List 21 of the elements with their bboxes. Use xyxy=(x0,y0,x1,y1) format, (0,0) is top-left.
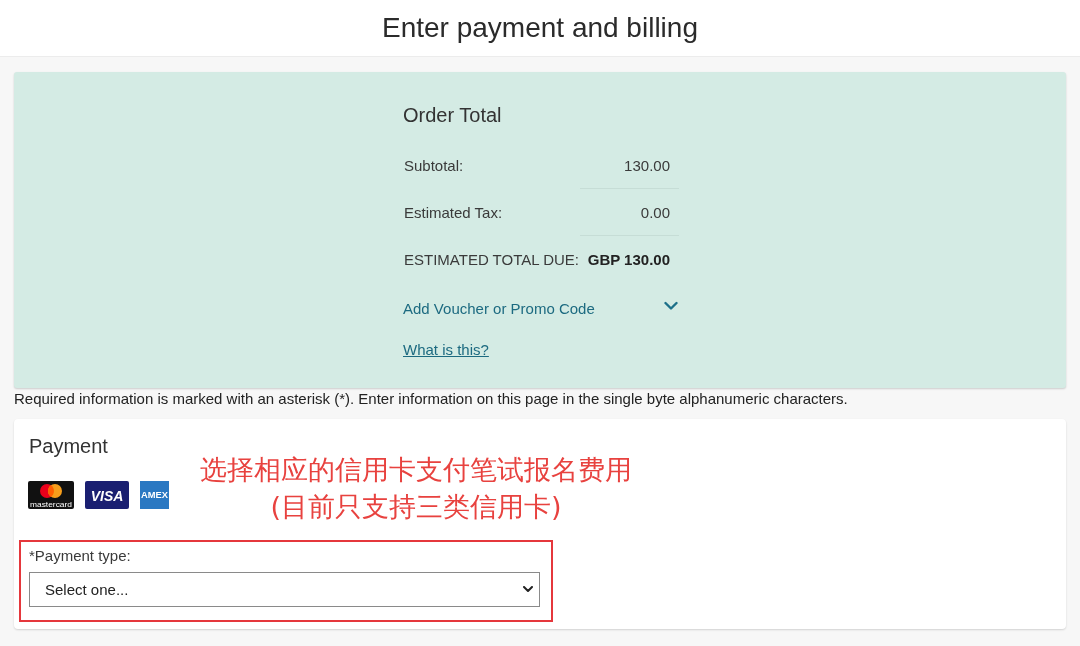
summary-label: Subtotal: xyxy=(403,156,465,176)
annotation-text: 选择相应的信用卡支付笔试报名费用 xyxy=(200,453,632,487)
required-info-notice: Required information is marked with an asterisk (*). Enter information on this page in the single byte alphanumeric characters. xyxy=(14,389,848,409)
page-title: Enter payment and billing xyxy=(382,11,698,45)
payment-type-label: *Payment type: xyxy=(29,547,131,565)
annotation-text: (目前只支持三类信用卡) xyxy=(270,490,562,524)
overlapping-circles-card-logo-icon: mastercard xyxy=(28,481,74,509)
summary-value: 0.00 xyxy=(580,189,679,236)
payment-heading: Payment xyxy=(29,434,108,459)
payment-type-select[interactable]: Select one... xyxy=(29,572,540,607)
summary-value: 130.00 xyxy=(580,142,679,189)
summary-label: Estimated Tax: xyxy=(403,203,504,223)
chevron-down-icon xyxy=(523,586,533,593)
chevron-down-icon[interactable] xyxy=(664,301,678,311)
summary-label: ESTIMATED TOTAL DUE: xyxy=(403,250,580,270)
summary-value: GBP 130.00 xyxy=(586,250,671,270)
amex-card-logo-icon: AMEX xyxy=(140,481,169,509)
order-total-heading: Order Total xyxy=(403,103,502,128)
what-is-this-link[interactable]: What is this? xyxy=(403,341,489,358)
visa-card-logo-icon: VISA xyxy=(85,481,129,509)
voucher-toggle-link[interactable]: Add Voucher or Promo Code xyxy=(403,299,595,317)
